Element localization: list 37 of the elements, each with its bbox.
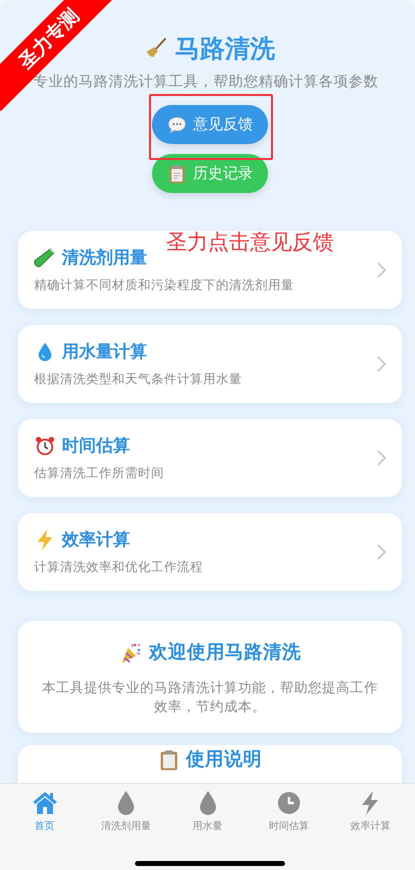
feedback-button[interactable]: 意见反馈 bbox=[152, 105, 268, 144]
tool-description: 根据清洗类型和天气条件计算用水量 bbox=[34, 371, 243, 388]
speech-bubble-icon bbox=[167, 114, 187, 134]
app-title: 马路清洗 bbox=[175, 32, 275, 64]
chevron-icon bbox=[376, 356, 386, 372]
welcome-title: 欢迎使用马路清洗 bbox=[149, 642, 301, 664]
tab-bar-item[interactable]: 时间估算 bbox=[248, 790, 330, 833]
tab-bar-item[interactable]: 清洗剂用量 bbox=[85, 790, 167, 833]
history-button[interactable]: 历史记录 bbox=[152, 154, 268, 193]
clock-icon bbox=[276, 790, 302, 816]
chevron-icon bbox=[376, 262, 386, 278]
chevron-icon bbox=[376, 544, 386, 560]
clipboard-icon bbox=[158, 748, 180, 771]
test-tube-icon bbox=[34, 246, 56, 268]
tool-description: 估算清洗工作所需时间 bbox=[34, 465, 165, 482]
app-subtitle: 专业的马路清洗计算工具，帮助您精确计算各项参数 bbox=[34, 73, 378, 91]
home-icon bbox=[32, 790, 58, 816]
annotation-note: 圣力点击意见反馈 bbox=[166, 229, 334, 256]
clipboard-icon bbox=[167, 164, 187, 184]
party-popper-icon bbox=[119, 641, 143, 665]
tab-bar-item[interactable]: 用水量 bbox=[166, 790, 248, 833]
tab-bar-item[interactable]: 效率计算 bbox=[330, 790, 412, 833]
tool-title: 时间估算 bbox=[62, 435, 130, 457]
tool-description: 精确计算不同材质和污染程度下的清洗剂用量 bbox=[34, 277, 295, 294]
tool-title: 清洗剂用量 bbox=[62, 247, 147, 269]
chevron-icon bbox=[376, 450, 386, 466]
broom-icon bbox=[145, 37, 167, 59]
tool-title: 效率计算 bbox=[62, 529, 130, 551]
tool-title: 用水量计算 bbox=[62, 341, 147, 363]
tab-bar-item[interactable]: 首页 bbox=[4, 790, 86, 833]
guide-title: 使用说明 bbox=[186, 748, 262, 771]
tool-card[interactable]: 用水量计算 根据清洗类型和天气条件计算用水量 bbox=[18, 325, 402, 403]
tool-card[interactable]: 效率计算 计算清洗效率和优化工作流程 bbox=[18, 513, 402, 591]
tool-description: 计算清洗效率和优化工作流程 bbox=[34, 559, 204, 576]
welcome-text: 本工具提供专业的马路清洗计算功能，帮助您提高工作效率，节约成本。 bbox=[42, 679, 378, 717]
alarm-clock-icon bbox=[34, 434, 56, 456]
tool-card[interactable]: 时间估算 估算清洗工作所需时间 bbox=[18, 419, 402, 497]
